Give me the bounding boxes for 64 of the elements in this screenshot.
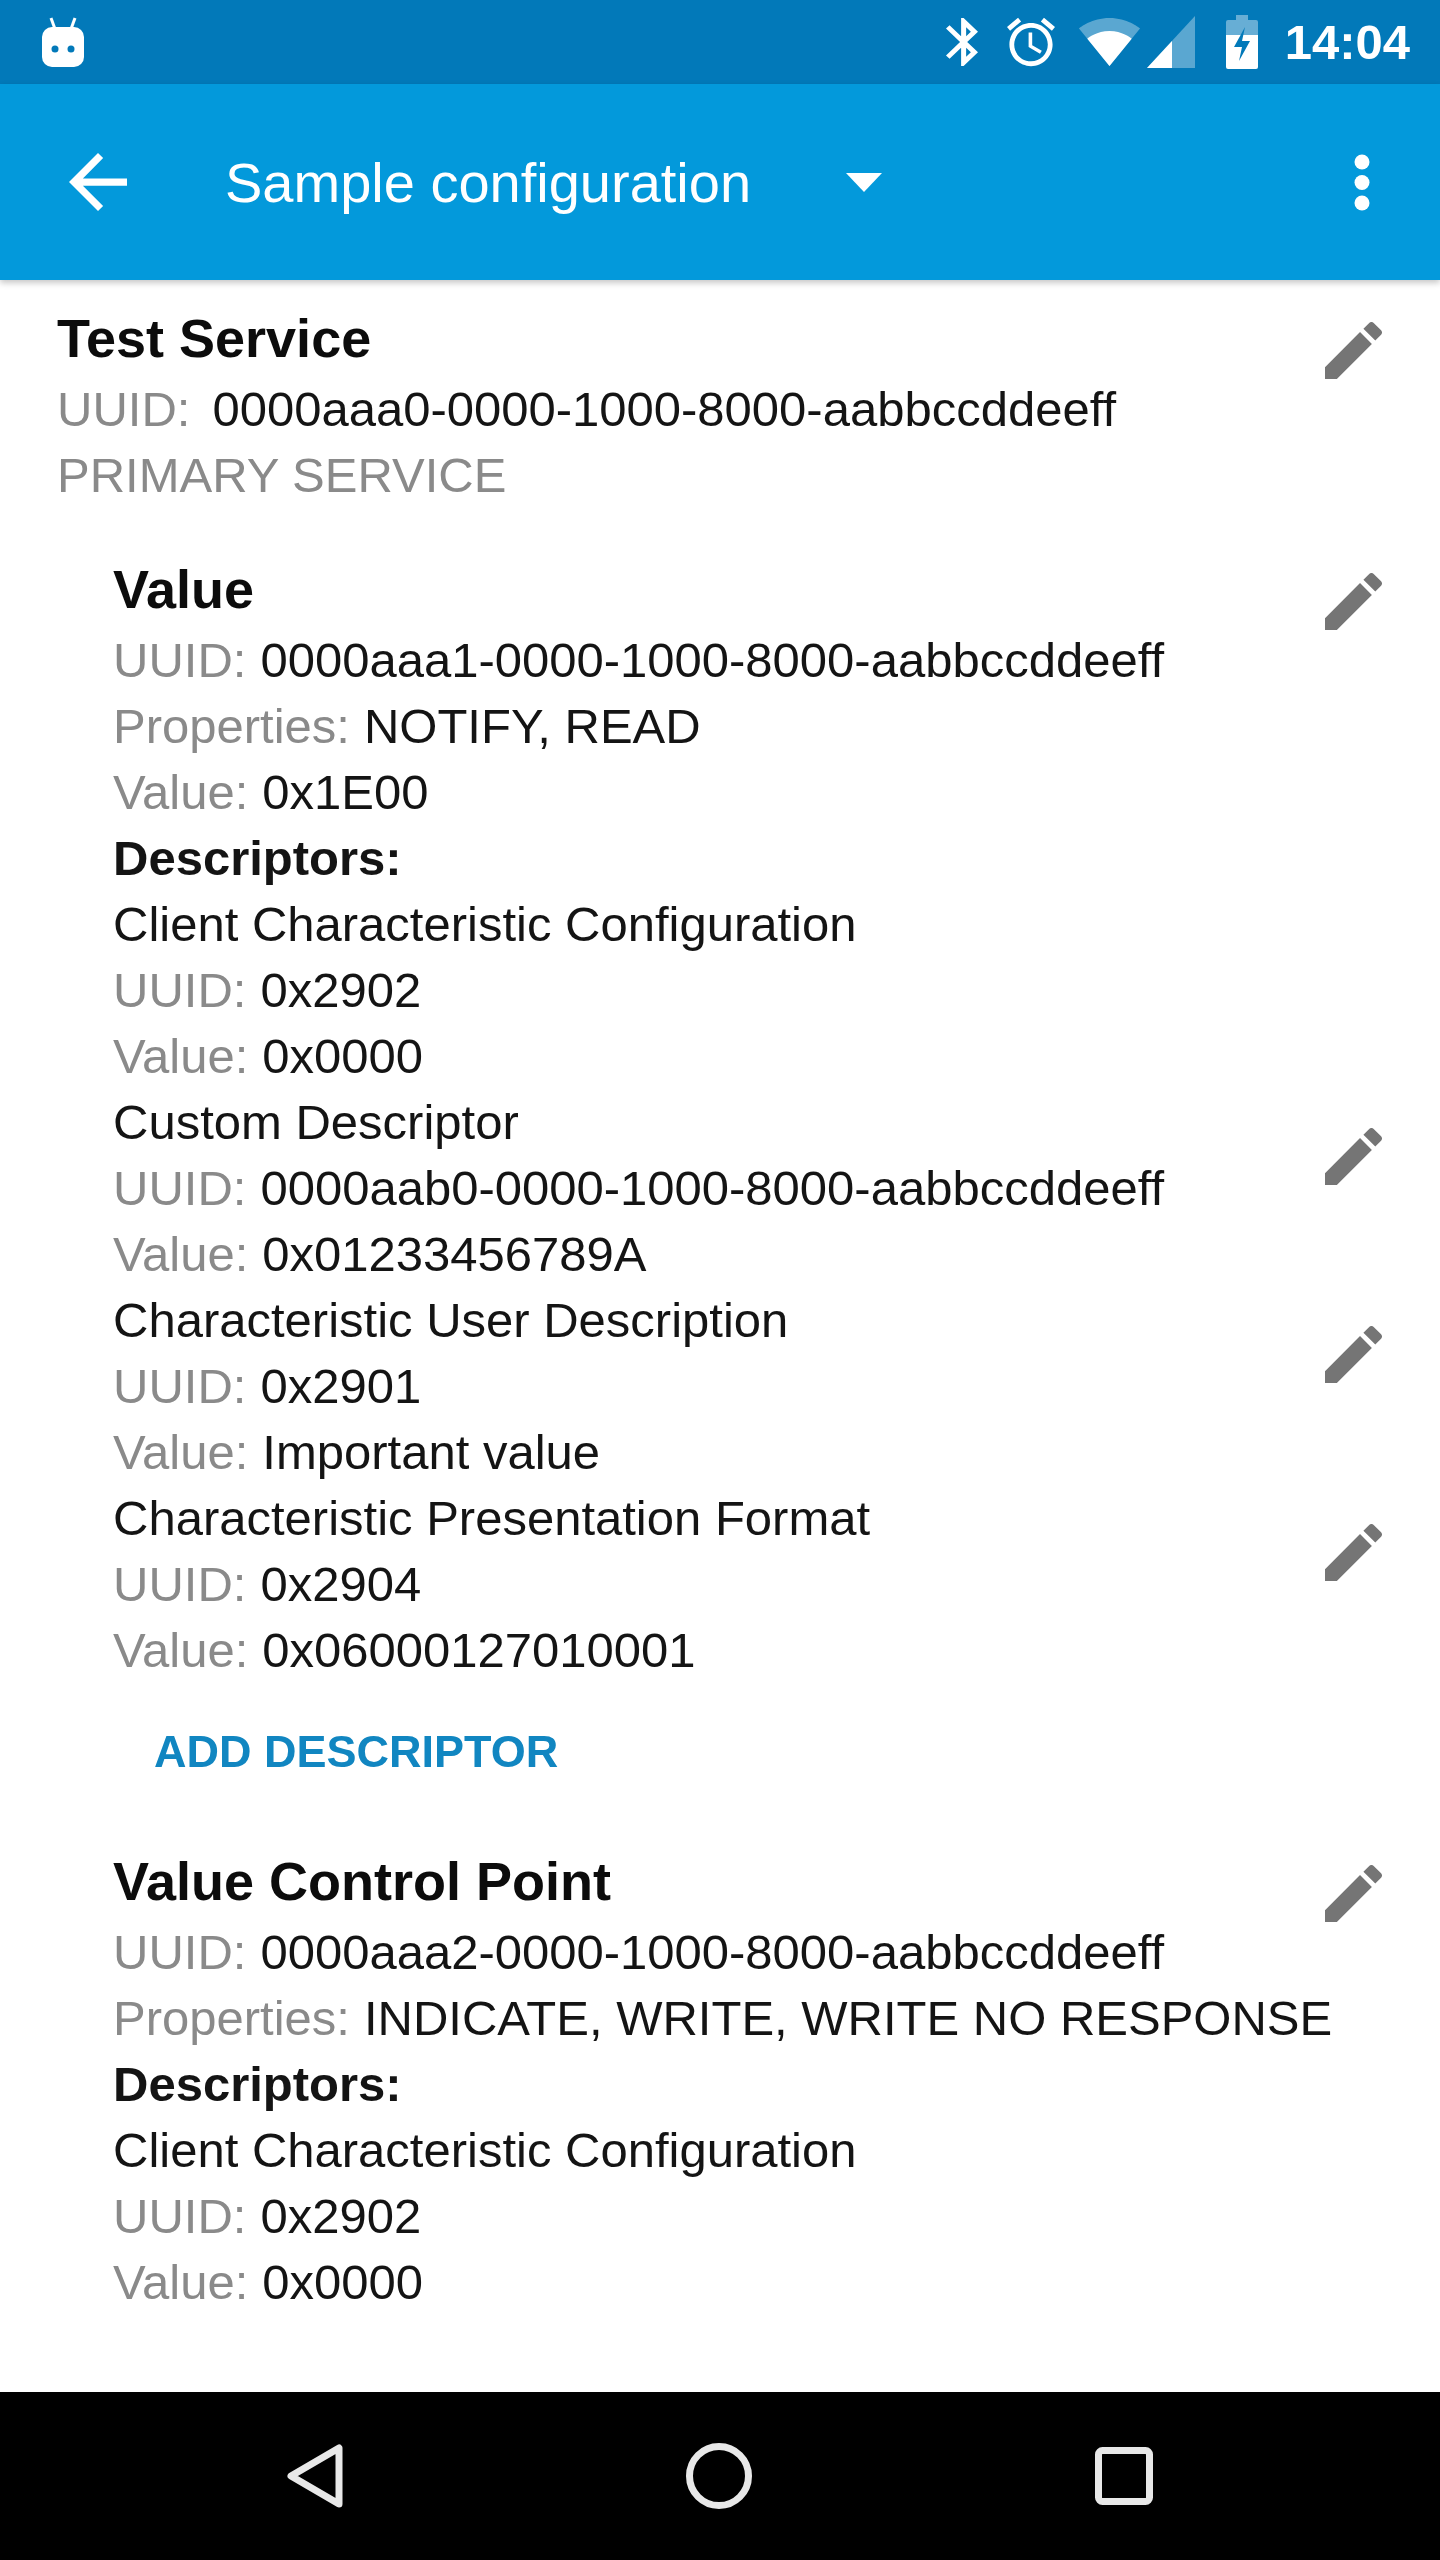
bluetooth-icon — [945, 18, 978, 66]
pencil-icon[interactable] — [1325, 1524, 1382, 1581]
descriptor-name: Client Characteristic Configuration — [113, 897, 857, 951]
recents-icon[interactable] — [1095, 2447, 1153, 2505]
field-value: 0x2902 — [260, 963, 422, 1017]
field-value: 0x06000127010001 — [262, 1623, 696, 1677]
field-label: UUID: — [113, 633, 247, 687]
field-label: UUID: — [113, 1925, 247, 1979]
field-label: Properties: — [113, 699, 350, 753]
field-label: UUID: — [113, 963, 247, 1017]
descriptor-name: Custom Descriptor — [113, 1095, 519, 1149]
configuration-dropdown[interactable]: Sample configuration — [225, 149, 883, 215]
field-label: Value: — [113, 1425, 249, 1479]
field-value: 0x1E00 — [262, 765, 429, 819]
field-label: UUID: — [57, 382, 191, 436]
field-value: 0000aaa0-0000-1000-8000-aabbccddeeff — [212, 382, 1117, 436]
field-value: 0000aaa1-0000-1000-8000-aabbccddeeff — [260, 633, 1165, 687]
pencil-icon[interactable] — [1325, 1865, 1382, 1922]
field-value: 0x2902 — [260, 2189, 422, 2243]
field-label: Value: — [113, 1227, 249, 1281]
pencil-icon[interactable] — [1325, 573, 1382, 630]
wifi-icon — [1078, 18, 1140, 66]
descriptor-name: Characteristic Presentation Format — [113, 1491, 871, 1545]
field-label: UUID: — [113, 2189, 247, 2243]
descriptor-name: Client Characteristic Configuration — [113, 2123, 857, 2177]
field-value: 0000aaa2-0000-1000-8000-aabbccddeeff — [260, 1925, 1165, 1979]
field-label: Value: — [113, 1029, 249, 1083]
field-label: Value: — [113, 1623, 249, 1677]
back-icon[interactable] — [287, 2444, 343, 2508]
descriptors-heading: Descriptors: — [113, 831, 402, 885]
add-descriptor-button[interactable]: ADD DESCRIPTOR — [113, 1704, 600, 1800]
service-type: PRIMARY SERVICE — [57, 448, 507, 502]
battery-charging-icon — [1225, 15, 1258, 69]
field-label: UUID: — [113, 1557, 247, 1611]
field-label: Value: — [113, 2255, 249, 2309]
pencil-icon[interactable] — [1325, 1326, 1382, 1383]
back-arrow-icon[interactable] — [69, 153, 127, 211]
alarm-clock-icon — [1006, 17, 1055, 67]
robot-icon — [42, 17, 84, 67]
characteristic-name: Value — [113, 559, 255, 619]
field-value: 0000aab0-0000-1000-8000-aabbccddeeff — [260, 1161, 1165, 1215]
field-value: NOTIFY, READ — [363, 699, 701, 753]
field-value: 0x2901 — [260, 1359, 422, 1413]
field-label: Properties: — [113, 1991, 350, 2045]
field-value: Important value — [262, 1425, 601, 1479]
field-value: 0x2904 — [260, 1557, 422, 1611]
field-value: 0x0000 — [262, 2255, 424, 2309]
field-value: INDICATE, WRITE, WRITE NO RESPONSE — [363, 1991, 1333, 2045]
field-label: UUID: — [113, 1359, 247, 1413]
service-name: Test Service — [57, 308, 372, 368]
field-value: 0x0000 — [262, 1029, 424, 1083]
signal-icon — [1146, 16, 1195, 68]
pencil-icon[interactable] — [1325, 322, 1382, 379]
status-time: 14:04 — [1284, 14, 1410, 70]
home-icon[interactable] — [686, 2443, 752, 2509]
pencil-icon[interactable] — [1325, 1128, 1382, 1185]
field-label: Value: — [113, 765, 249, 819]
characteristic-name: Value Control Point — [113, 1851, 612, 1911]
field-value: 0x01233456789A — [262, 1227, 647, 1281]
overflow-menu-icon[interactable] — [1354, 153, 1370, 211]
descriptor-name: Characteristic User Description — [113, 1293, 789, 1347]
caret-icon — [846, 172, 883, 192]
descriptors-heading: Descriptors: — [113, 2057, 402, 2111]
field-label: UUID: — [113, 1161, 247, 1215]
